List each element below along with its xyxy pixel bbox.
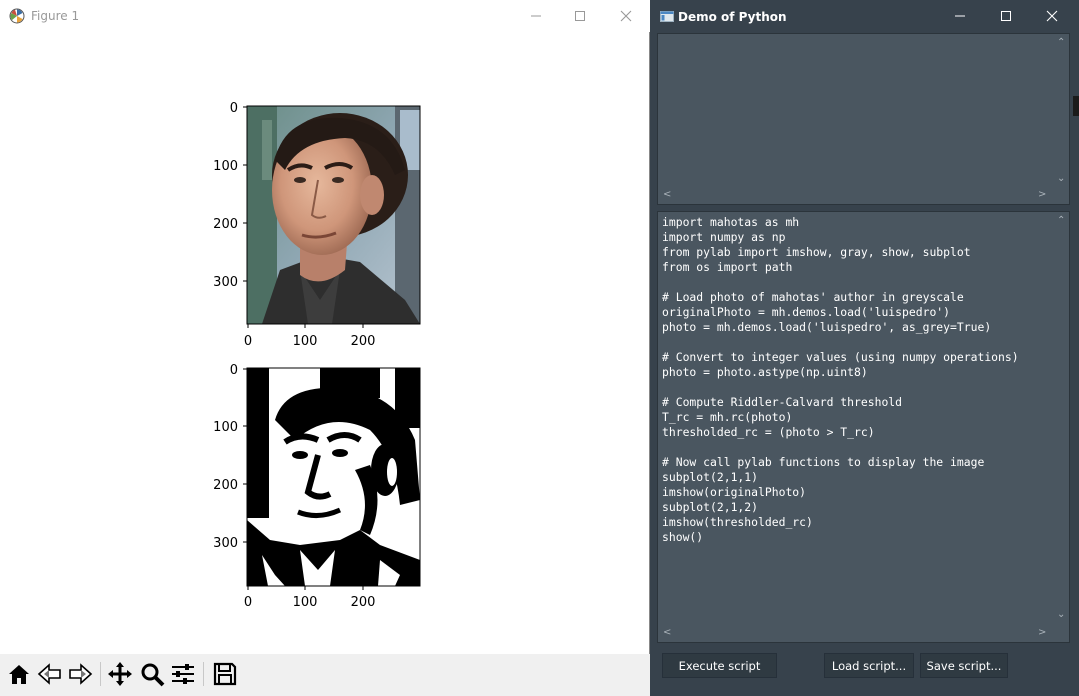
script-editor-pane[interactable]: import mahotas as mh import numpy as np fr…	[657, 211, 1070, 643]
scroll-down-arrow-icon[interactable]: ⌄	[1057, 610, 1065, 620]
maximize-icon	[1001, 11, 1011, 21]
minimize-button[interactable]	[945, 4, 975, 28]
code-line: import numpy as np	[662, 230, 786, 244]
scroll-left-arrow-icon[interactable]: <	[663, 190, 671, 200]
output-vertical-scrollbar[interactable]: ⌃ ⌄	[1053, 34, 1069, 188]
script-code[interactable]: import mahotas as mh import numpy as np fr…	[662, 215, 1019, 545]
zoom-button[interactable]	[138, 660, 166, 688]
zoom-icon	[141, 663, 165, 687]
forward-button[interactable]	[66, 660, 94, 688]
x-tick-label: 0	[244, 595, 252, 610]
code-line: # Convert to integer values (using numpy…	[662, 350, 1019, 364]
save-script-button[interactable]: Save script...	[920, 653, 1008, 678]
back-icon	[37, 663, 61, 685]
code-line: show()	[662, 530, 704, 544]
configure-subplots-icon	[172, 664, 194, 684]
x-tick-label: 100	[293, 595, 318, 610]
save-icon	[213, 662, 237, 686]
home-button[interactable]	[5, 660, 33, 688]
scroll-up-arrow-icon[interactable]: ⌃	[1057, 216, 1065, 226]
maximize-button[interactable]	[565, 4, 595, 28]
code-line: subplot(2,1,1)	[662, 470, 759, 484]
scroll-left-arrow-icon[interactable]: <	[663, 628, 671, 638]
scroll-down-arrow-icon[interactable]: ⌄	[1057, 174, 1065, 184]
x-tick-label: 200	[351, 595, 376, 610]
code-line: import mahotas as mh	[662, 215, 800, 229]
output-pane[interactable]: ⌃ ⌄ < >	[657, 33, 1070, 205]
y-tick-label: 100	[213, 159, 238, 174]
code-line: # Now call pylab functions to display th…	[662, 455, 985, 469]
pan-icon	[108, 662, 132, 686]
y-tick-label: 200	[213, 217, 238, 232]
original-photo-image	[247, 106, 420, 324]
code-line: subplot(2,1,2)	[662, 500, 759, 514]
figure-window: Figure 1 0 100 200 300 0 100 200 0 100 2…	[0, 0, 650, 696]
figure-canvas[interactable]: 0 100 200 300 0 100 200 0 100 200 300 0 …	[0, 32, 650, 654]
toolbar-separator	[203, 662, 204, 686]
window-title: Demo of Python	[678, 10, 787, 24]
editor-vertical-scrollbar[interactable]: ⌃ ⌄	[1053, 212, 1069, 626]
background-window-edge	[1073, 96, 1079, 116]
y-tick-label: 200	[213, 478, 238, 493]
back-button[interactable]	[36, 660, 64, 688]
code-line: # Compute Riddler-Calvard threshold	[662, 395, 903, 409]
code-line: from pylab import imshow, gray, show, su…	[662, 245, 971, 259]
code-line: thresholded_rc = (photo > T_rc)	[662, 425, 875, 439]
y-tick-label: 300	[213, 536, 238, 551]
execute-script-button[interactable]: Execute script	[662, 653, 777, 678]
code-line: T_rc = mh.rc(photo)	[662, 410, 793, 424]
home-icon	[9, 665, 29, 684]
pan-button[interactable]	[106, 660, 134, 688]
save-figure-button[interactable]	[211, 660, 239, 688]
maximize-button[interactable]	[991, 4, 1021, 28]
forward-icon	[69, 663, 93, 685]
y-tick-label: 0	[230, 101, 238, 116]
thresholded-photo-image	[247, 368, 420, 586]
code-line: from os import path	[662, 260, 793, 274]
scroll-right-arrow-icon[interactable]: >	[1038, 190, 1046, 200]
window-title: Figure 1	[31, 9, 80, 23]
minimize-icon	[955, 15, 965, 17]
configure-subplots-button[interactable]	[169, 660, 197, 688]
minimize-icon	[531, 15, 541, 17]
close-icon	[620, 10, 632, 22]
demo-window: Demo of Python ⌃ ⌄ < > import mahotas as…	[650, 0, 1079, 696]
app-window-icon	[660, 11, 674, 22]
close-icon	[1046, 10, 1058, 22]
output-horizontal-scrollbar[interactable]: < >	[658, 188, 1053, 204]
y-tick-label: 100	[213, 420, 238, 435]
navigation-toolbar	[0, 654, 650, 696]
subplot-thresholded-photo: 0 100 200 300 0 100 200	[213, 363, 421, 610]
code-line: originalPhoto = mh.demos.load('luispedro…	[662, 305, 951, 319]
x-tick-label: 0	[244, 334, 252, 349]
load-script-button[interactable]: Load script...	[824, 653, 914, 678]
x-tick-label: 100	[293, 334, 318, 349]
scroll-right-arrow-icon[interactable]: >	[1038, 628, 1046, 638]
code-line: imshow(thresholded_rc)	[662, 515, 813, 529]
scroll-up-arrow-icon[interactable]: ⌃	[1057, 38, 1065, 48]
code-line: # Load photo of mahotas' author in greys…	[662, 290, 964, 304]
matplotlib-icon	[9, 8, 25, 24]
editor-horizontal-scrollbar[interactable]: < >	[658, 626, 1053, 642]
figure-titlebar[interactable]: Figure 1	[0, 0, 650, 32]
code-line: imshow(originalPhoto)	[662, 485, 807, 499]
y-tick-label: 300	[213, 275, 238, 290]
x-tick-label: 200	[351, 334, 376, 349]
minimize-button[interactable]	[521, 4, 551, 28]
subplot-original-photo: 0 100 200 300 0 100 200	[213, 101, 421, 349]
code-line: photo = photo.astype(np.uint8)	[662, 365, 868, 379]
y-tick-label: 0	[230, 363, 238, 378]
maximize-icon	[575, 11, 585, 21]
toolbar-separator	[100, 662, 101, 686]
demo-titlebar[interactable]: Demo of Python	[650, 0, 1079, 33]
close-button[interactable]	[1037, 4, 1067, 28]
close-button[interactable]	[611, 4, 641, 28]
code-line: photo = mh.demos.load('luispedro', as_gr…	[662, 320, 992, 334]
